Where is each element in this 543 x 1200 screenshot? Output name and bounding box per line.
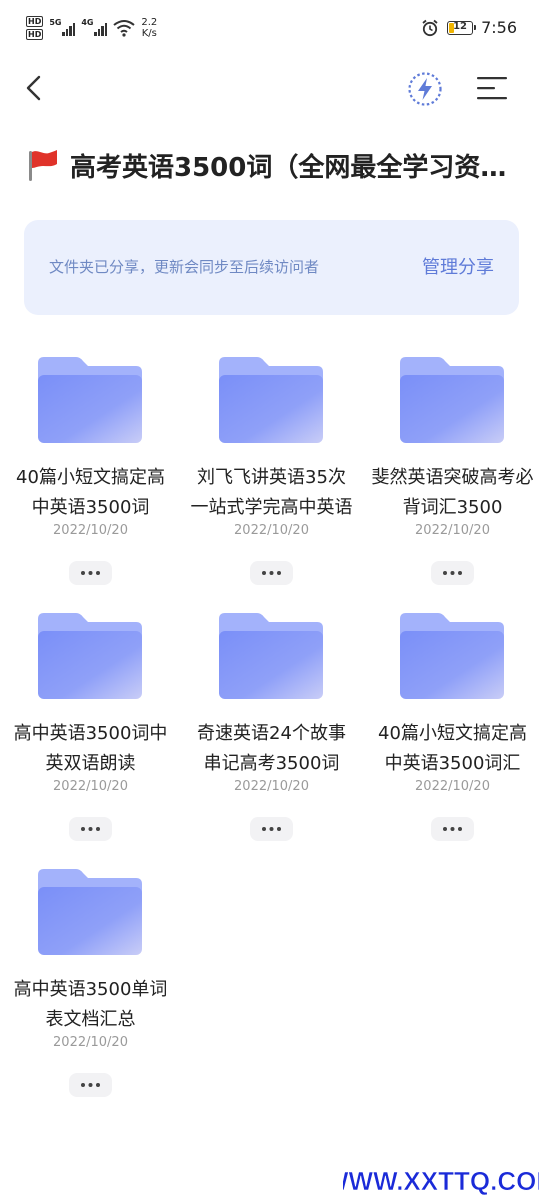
- folder-item[interactable]: 40篇小短文搞定高中英语3500词汇 2022/10/20: [362, 601, 543, 857]
- folder-icon: [38, 613, 142, 699]
- folder-name: 奇速英语24个故事串记高考3500词: [197, 723, 346, 774]
- folder-item[interactable]: 奇速英语24个故事串记高考3500词 2022/10/20: [181, 601, 362, 857]
- folder-icon: [400, 357, 504, 443]
- folder-icon: [38, 357, 142, 443]
- folder-icon: [400, 613, 504, 699]
- folder-date: 2022/10/20: [53, 523, 128, 538]
- more-options-button[interactable]: [69, 561, 112, 585]
- folder-date: 2022/10/20: [53, 779, 128, 794]
- more-options-button[interactable]: [250, 561, 293, 585]
- sim-indicators: HD HD: [26, 16, 44, 40]
- folder-name: 40篇小短文搞定高中英语3500词: [16, 467, 165, 518]
- folder-name: 斐然英语突破高考必背词汇3500: [371, 467, 534, 518]
- more-dots-icon: [262, 827, 281, 831]
- folder-item[interactable]: 斐然英语突破高考必背词汇3500 2022/10/20: [362, 345, 543, 601]
- wifi-icon: [113, 20, 135, 37]
- folder-item[interactable]: 刘飞飞讲英语35次一站式学完高中英语 2022/10/20: [181, 345, 362, 601]
- network-speed: 2.2 K/s: [141, 17, 157, 39]
- folder-name: 高中英语3500词中英双语朗读: [13, 723, 168, 774]
- folder-date: 2022/10/20: [53, 1035, 128, 1050]
- more-dots-icon: [81, 1083, 100, 1087]
- alarm-icon: [422, 19, 438, 36]
- folder-date: 2022/10/20: [415, 523, 490, 538]
- folder-item[interactable]: 高中英语3500单词表文档汇总 2022/10/20: [0, 857, 181, 1113]
- share-banner: 文件夹已分享，更新会同步至后续访问者 管理分享: [24, 220, 519, 315]
- menu-icon[interactable]: [474, 72, 510, 104]
- more-dots-icon: [443, 827, 462, 831]
- more-options-button[interactable]: [69, 1073, 112, 1097]
- more-options-button[interactable]: [69, 817, 112, 841]
- folder-name: 刘飞飞讲英语35次一站式学完高中英语: [190, 467, 353, 518]
- title-row: 高考英语3500词（全网最全学习资源合集）: [24, 142, 519, 188]
- watermark-logo: WWW.XXTTQ.COM: [343, 1166, 539, 1197]
- more-dots-icon: [81, 827, 100, 831]
- more-dots-icon: [443, 571, 462, 575]
- folder-name: 高中英语3500单词表文档汇总: [13, 979, 168, 1030]
- folder-name: 40篇小短文搞定高中英语3500词汇: [378, 723, 527, 774]
- more-options-button[interactable]: [431, 817, 474, 841]
- clock: 7:56: [481, 18, 517, 37]
- battery-level: 12: [453, 20, 468, 32]
- back-button[interactable]: [20, 70, 50, 106]
- more-dots-icon: [81, 571, 100, 575]
- signal-5g-label: 5G: [49, 18, 62, 27]
- watermark-text: WWW.XXTTQ.COM: [343, 1166, 539, 1196]
- battery-icon: 12: [447, 20, 477, 35]
- sim2-hd-label: HD: [26, 29, 44, 40]
- folder-date: 2022/10/20: [234, 523, 309, 538]
- more-dots-icon: [262, 571, 281, 575]
- network-speed-value: 2.2: [141, 17, 158, 28]
- folder-item[interactable]: 40篇小短文搞定高中英语3500词 2022/10/20: [0, 345, 181, 601]
- folder-icon: [219, 613, 323, 699]
- signal-4g-label: 4G: [81, 18, 94, 27]
- signal-5g-icon: 5G: [49, 18, 76, 38]
- folder-item[interactable]: 高中英语3500词中英双语朗读 2022/10/20: [0, 601, 181, 857]
- network-speed-unit: K/s: [141, 28, 157, 39]
- status-right: 12 7:56: [421, 18, 517, 37]
- share-banner-text: 文件夹已分享，更新会同步至后续访问者: [49, 258, 320, 276]
- signal-4g-icon: 4G: [81, 18, 108, 38]
- more-options-button[interactable]: [250, 817, 293, 841]
- folder-date: 2022/10/20: [415, 779, 490, 794]
- more-options-button[interactable]: [431, 561, 474, 585]
- sim1-hd-label: HD: [26, 16, 44, 27]
- folder-date: 2022/10/20: [234, 779, 309, 794]
- folder-icon: [38, 869, 142, 955]
- manage-share-button[interactable]: 管理分享: [422, 220, 494, 315]
- status-left: HD HD 5G 4G 2.2 K/s: [26, 16, 157, 40]
- accelerate-icon[interactable]: [406, 70, 444, 108]
- folder-icon: [219, 357, 323, 443]
- page-title: 高考英语3500词（全网最全学习资源合集）: [70, 152, 519, 183]
- red-flag-icon: [29, 150, 57, 181]
- status-bar: HD HD 5G 4G 2.2 K/s 12 7:56: [0, 0, 543, 60]
